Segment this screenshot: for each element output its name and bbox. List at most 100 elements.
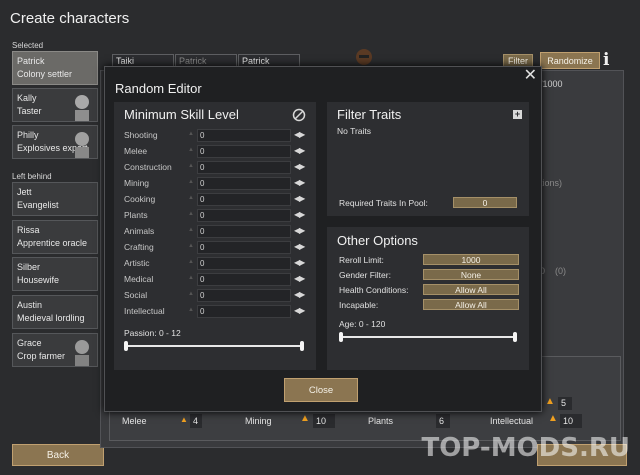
passion-icon: ▲ xyxy=(188,291,194,297)
passion-icon: ▲ xyxy=(188,163,194,169)
no-traits-text: No Traits xyxy=(337,126,372,136)
dialog-title: Random Editor xyxy=(115,81,202,96)
skill-label-melee: Melee xyxy=(122,416,147,426)
passion-icon: ▲ xyxy=(188,275,194,281)
arrow-buttons-icon[interactable]: ◀▶ xyxy=(294,274,305,283)
pawn-card-silber[interactable]: Silber Housewife xyxy=(12,257,98,291)
passion-slider-track[interactable] xyxy=(126,345,304,347)
reroll-limit-label: Reroll Limit: xyxy=(339,255,384,265)
pawn-name: Jett xyxy=(17,187,32,197)
pawn-card-philly[interactable]: Philly Explosives expert xyxy=(12,125,98,159)
random-editor-dialog: ✕ Random Editor Minimum Skill Level Shoo… xyxy=(104,66,542,412)
skill-min-field[interactable]: 0 xyxy=(197,177,291,190)
arrow-buttons-icon[interactable]: ◀▶ xyxy=(294,130,305,139)
arrow-buttons-icon[interactable]: ◀▶ xyxy=(294,226,305,235)
passion-icon: ▲ xyxy=(188,195,194,201)
close-icon[interactable]: ✕ xyxy=(524,65,537,85)
pawn-portrait-icon xyxy=(75,340,89,366)
skill-min-field[interactable]: 0 xyxy=(197,225,291,238)
passion-flame-icon: ▲ xyxy=(548,413,558,424)
skill-min-field[interactable]: 0 xyxy=(197,273,291,286)
left-behind-label: Left behind xyxy=(12,172,52,181)
pawn-card-jett[interactable]: Jett Evangelist xyxy=(12,182,98,216)
skill-row-intellectual: Intellectual ▲ 0 ◀▶ xyxy=(122,305,308,319)
info-icon[interactable]: i xyxy=(603,50,609,70)
gender-filter-label: Gender Filter: xyxy=(339,270,391,280)
skill-name: Construction xyxy=(124,162,172,172)
skill-name: Artistic xyxy=(124,258,150,268)
arrow-buttons-icon[interactable]: ◀▶ xyxy=(294,242,305,251)
incapable-button[interactable]: Allow All xyxy=(423,299,519,310)
pawn-card-patrick[interactable]: Patrick Colony settler xyxy=(12,51,98,85)
skill-value: 5 xyxy=(558,397,572,410)
pawn-card-rissa[interactable]: Rissa Apprentice oracle xyxy=(12,220,98,254)
other-options-title: Other Options xyxy=(337,233,418,248)
passion-icon: ▲ xyxy=(188,307,194,313)
passion-flame-icon: ▲ xyxy=(180,415,188,424)
arrow-buttons-icon[interactable]: ◀▶ xyxy=(294,306,305,315)
arrow-buttons-icon[interactable]: ◀▶ xyxy=(294,194,305,203)
skill-value-mining: 10 xyxy=(313,414,335,428)
gender-filter-button[interactable]: None xyxy=(423,269,519,280)
incapable-label: Incapable: xyxy=(339,300,379,310)
arrow-buttons-icon[interactable]: ◀▶ xyxy=(294,258,305,267)
required-traits-field[interactable]: 0 xyxy=(453,197,517,208)
skill-min-field[interactable]: 0 xyxy=(197,241,291,254)
passion-icon: ▲ xyxy=(188,179,194,185)
pawn-name: Silber xyxy=(17,262,41,272)
pawn-role: Apprentice oracle xyxy=(17,238,88,248)
skill-min-field[interactable]: 0 xyxy=(197,289,291,302)
pawn-role: Evangelist xyxy=(17,200,59,210)
add-trait-icon[interactable]: + xyxy=(513,110,522,119)
arrow-buttons-icon[interactable]: ◀▶ xyxy=(294,210,305,219)
filter-traits-panel: Filter Traits + No Traits Required Trait… xyxy=(327,102,529,216)
age-slider-track[interactable] xyxy=(341,336,517,338)
skill-name: Plants xyxy=(124,210,148,220)
arrow-buttons-icon[interactable]: ◀▶ xyxy=(294,178,305,187)
arrow-buttons-icon[interactable]: ◀▶ xyxy=(294,162,305,171)
skill-row-social: Social ▲ 0 ◀▶ xyxy=(122,289,308,303)
skill-min-field[interactable]: 0 xyxy=(197,161,291,174)
skill-min-field[interactable]: 0 xyxy=(197,257,291,270)
health-conditions-button[interactable]: Allow All xyxy=(423,284,519,295)
pawn-role: Housewife xyxy=(17,275,60,285)
pawn-card-austin[interactable]: Austin Medieval lordling xyxy=(12,295,98,329)
pawn-name: Austin xyxy=(17,300,43,310)
skill-min-field[interactable]: 0 xyxy=(197,193,291,206)
passion-icon: ▲ xyxy=(188,243,194,249)
arrow-buttons-icon[interactable]: ◀▶ xyxy=(294,146,305,155)
pawn-name: Rissa xyxy=(17,225,40,235)
passion-flame-icon: ▲ xyxy=(545,396,555,407)
min-skill-panel: Minimum Skill Level Shooting ▲ 0 ◀▶ Mele… xyxy=(114,102,316,370)
back-button[interactable]: Back xyxy=(12,444,104,466)
skill-min-field[interactable]: 0 xyxy=(197,209,291,222)
skill-min-field[interactable]: 0 xyxy=(197,129,291,142)
skill-row-animals: Animals ▲ 0 ◀▶ xyxy=(122,225,308,239)
min-skill-title: Minimum Skill Level xyxy=(124,107,239,122)
skill-min-field[interactable]: 0 xyxy=(197,145,291,158)
skill-row-mining: Mining ▲ 0 ◀▶ xyxy=(122,177,308,191)
passion-range-label: Passion: 0 - 12 xyxy=(124,328,181,338)
passion-slider-max-handle[interactable] xyxy=(300,341,304,351)
passion-flame-icon: ▲ xyxy=(300,413,310,424)
skill-name: Cooking xyxy=(124,194,156,204)
skill-min-field[interactable]: 0 xyxy=(197,305,291,318)
pawn-card-grace[interactable]: Grace Crop farmer xyxy=(12,333,98,367)
skill-name: Intellectual xyxy=(124,306,165,316)
close-button[interactable]: Close xyxy=(284,378,358,402)
age-slider-max-handle[interactable] xyxy=(513,332,517,342)
age-slider-min-handle[interactable] xyxy=(339,332,343,342)
randomize-button[interactable]: Randomize xyxy=(540,52,600,69)
watermark-text: TOP-MODS.RU xyxy=(421,433,630,463)
skill-value-melee: 4 xyxy=(190,414,202,428)
skill-name: Shooting xyxy=(124,130,158,140)
arrow-buttons-icon[interactable]: ◀▶ xyxy=(294,290,305,299)
passion-slider-min-handle[interactable] xyxy=(124,341,128,351)
skill-name: Social xyxy=(124,290,148,300)
reroll-limit-field[interactable]: 1000 xyxy=(423,254,519,265)
clear-icon[interactable] xyxy=(292,108,306,122)
pawn-role: Medieval lordling xyxy=(17,313,85,323)
reroll-counter: /1000 xyxy=(540,79,563,89)
pawn-card-kally[interactable]: Kally Taster xyxy=(12,88,98,122)
skill-row-shooting: Shooting ▲ 0 ◀▶ xyxy=(122,129,308,143)
